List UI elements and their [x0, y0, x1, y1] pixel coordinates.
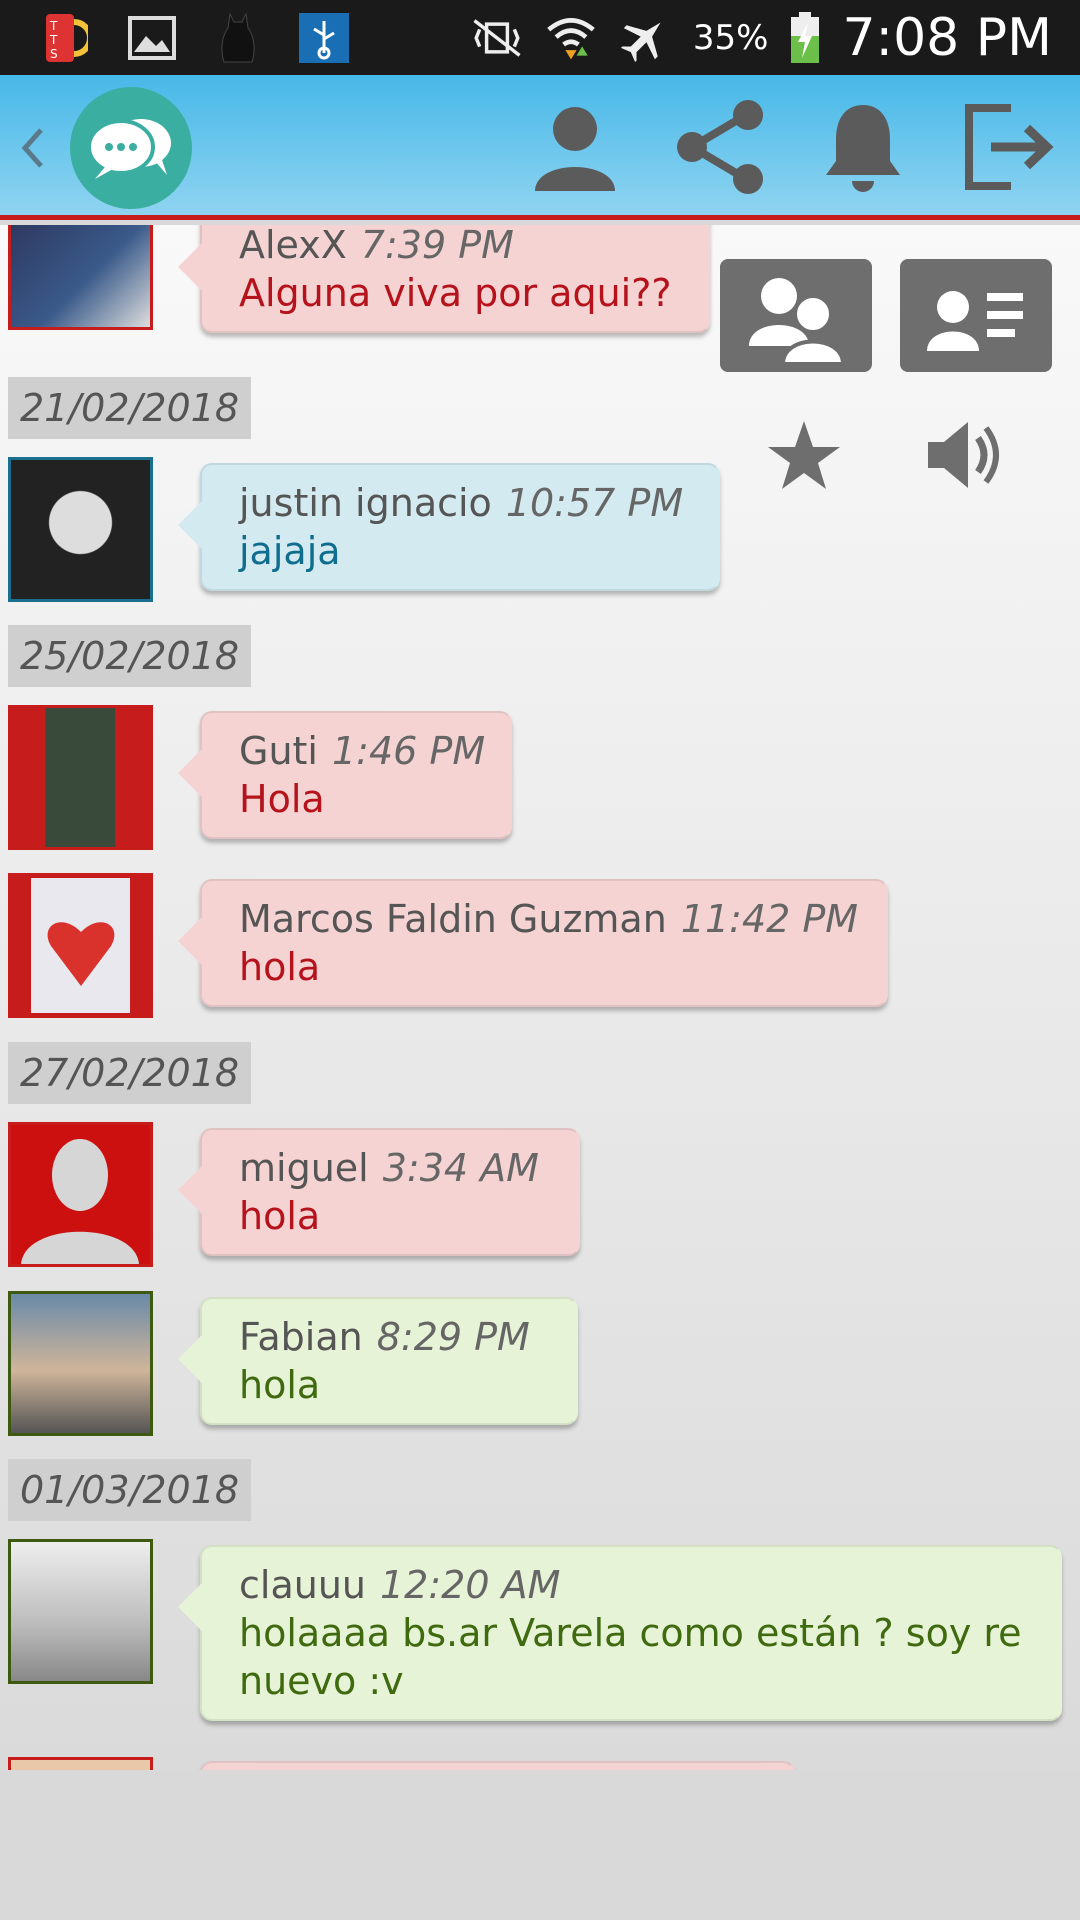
message-text: holaaaa bs.ar Varela como están ? soy re…	[239, 1611, 1022, 1703]
sound-button[interactable]	[922, 413, 1006, 497]
battery-percent: 35%	[692, 17, 769, 58]
svg-text:T: T	[49, 33, 58, 47]
message-bubble[interactable]: Guti 1:46 PM Hola	[178, 711, 512, 839]
message-meta: Guti 1:46 PM	[239, 727, 485, 775]
sender-name: clauuu	[239, 1563, 366, 1607]
avatar[interactable]	[8, 1291, 153, 1436]
wifi-icon	[545, 12, 597, 64]
avatar[interactable]	[8, 705, 153, 850]
message-time: 3:34 AM	[382, 1146, 539, 1190]
message-bubble[interactable]: justin ignacio 10:57 PM jajaja	[178, 463, 720, 591]
sender-name: Guti	[239, 729, 318, 773]
message-bubble[interactable]: AlexX 7:39 PM Alguna viva por aqui??	[178, 225, 710, 333]
contact-card-button[interactable]	[900, 259, 1052, 372]
sender-name: Fabian	[239, 1315, 363, 1359]
usb-icon	[298, 12, 350, 64]
date-separator: 27/02/2018	[8, 1042, 252, 1104]
exit-button[interactable]	[959, 97, 1059, 197]
tts-icon: TTS	[40, 12, 92, 64]
message-meta: miguel 3:34 AM	[239, 1144, 548, 1192]
status-bar: TTS 35% 7:08 PM	[0, 0, 1080, 75]
bell-icon	[826, 105, 900, 192]
date-separator: 01/03/2018	[8, 1459, 252, 1521]
avatar[interactable]	[8, 1539, 153, 1684]
message-text: jajaja	[239, 529, 341, 573]
message-bubble[interactable]: clauuu 12:20 AM holaaaa bs.ar Varela como…	[178, 1545, 1062, 1721]
profile-button[interactable]	[525, 97, 625, 197]
avatar[interactable]	[8, 1122, 153, 1267]
message-meta: Marcos Faldin Guzman 11:42 PM	[239, 895, 859, 943]
message-time: 8:29 PM	[376, 1315, 530, 1359]
sender-name: justin ignacio	[239, 481, 492, 525]
message-bubble[interactable]: miguel 3:34 AM hola	[178, 1128, 580, 1256]
status-bar-right: 35% 7:08 PM	[471, 0, 1052, 75]
message-text: Hola	[239, 777, 325, 821]
star-icon	[768, 421, 840, 489]
message-text: hola	[239, 1363, 321, 1407]
back-button[interactable]	[12, 113, 52, 183]
chat-logo-icon	[87, 119, 171, 179]
svg-text:S: S	[50, 47, 58, 61]
message-time: 7:39 PM	[360, 225, 514, 267]
image-icon	[126, 12, 178, 64]
favorite-button[interactable]	[762, 413, 846, 497]
share-icon	[677, 100, 763, 194]
message-time: 12:20 AM	[380, 1563, 561, 1607]
back-icon	[21, 128, 43, 168]
users-button[interactable]	[720, 259, 872, 372]
message-meta: Fabian 8:29 PM	[239, 1313, 546, 1361]
avatar[interactable]	[8, 225, 153, 330]
heart-wings-image	[31, 878, 130, 1013]
message-bubble[interactable]	[200, 1761, 795, 1770]
sender-name: Marcos Faldin Guzman	[239, 897, 667, 941]
message-time: 10:57 PM	[505, 481, 684, 525]
chat-logo-button[interactable]	[70, 87, 192, 209]
speaker-icon	[928, 422, 999, 488]
battery-charging-icon	[790, 11, 820, 64]
profile-icon	[535, 107, 615, 191]
message-text: Alguna viva por aqui??	[239, 271, 672, 315]
message-text: hola	[239, 1194, 321, 1238]
sender-name: miguel	[239, 1146, 369, 1190]
airplane-icon	[619, 12, 671, 64]
date-separator: 21/02/2018	[8, 377, 252, 439]
avatar[interactable]	[8, 1757, 153, 1770]
avatar[interactable]	[8, 873, 153, 1018]
chat-list[interactable]: AlexX 7:39 PM Alguna viva por aqui?? 21/0…	[0, 225, 1080, 1770]
message-bubble[interactable]: Marcos Faldin Guzman 11:42 PM hola	[178, 879, 888, 1007]
cat-icon	[212, 12, 264, 64]
app-bar	[0, 75, 1080, 220]
share-button[interactable]	[670, 97, 770, 197]
message-meta: justin ignacio 10:57 PM	[239, 479, 688, 527]
status-bar-left-icons: TTS	[40, 10, 350, 66]
exit-icon	[965, 104, 1054, 190]
avatar[interactable]	[8, 457, 153, 602]
date-separator: 25/02/2018	[8, 625, 252, 687]
vibrate-off-icon	[471, 12, 523, 64]
notifications-button[interactable]	[813, 97, 913, 197]
clock: 7:08 PM	[842, 7, 1052, 68]
message-time: 1:46 PM	[332, 729, 486, 773]
message-meta: AlexX 7:39 PM	[239, 225, 678, 269]
message-time: 11:42 PM	[680, 897, 859, 941]
svg-text:T: T	[49, 19, 58, 33]
message-bubble[interactable]: Fabian 8:29 PM hola	[178, 1297, 578, 1425]
users-icon	[749, 277, 846, 364]
message-meta: clauuu 12:20 AM	[239, 1561, 1030, 1609]
sender-name: AlexX	[239, 225, 347, 267]
contact-card-icon	[927, 290, 1023, 351]
message-text: hola	[239, 945, 321, 989]
default-avatar-icon	[21, 1139, 139, 1264]
